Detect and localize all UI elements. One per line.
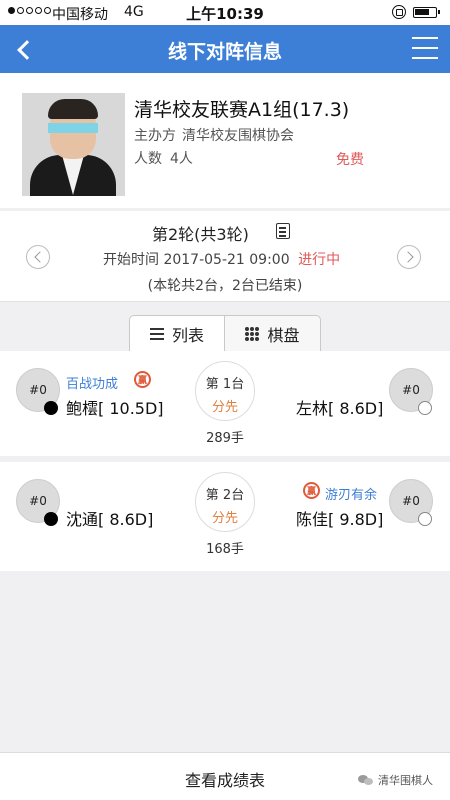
status-time: 上午10:39 — [186, 5, 264, 23]
nav-bar: 线下对阵信息 — [0, 25, 450, 73]
page-title: 线下对阵信息 — [167, 41, 282, 63]
organizer-name: 清华校友围棋协会 — [182, 128, 294, 144]
organizer-label: 主办方 — [134, 128, 176, 144]
headcount-value: 4人 — [170, 151, 193, 167]
player-tag: 百战功成 — [66, 377, 119, 392]
event-card: 清华校友联赛A1组(17.3) 主办方 清华校友围棋协会 人数 4人 免费 — [0, 73, 450, 208]
board-number: 第 2台 — [205, 488, 245, 503]
tab-board-label: 棋盘 — [267, 325, 300, 345]
board-icon — [245, 326, 260, 341]
rotation-lock-icon — [392, 5, 406, 19]
first-move-rule: 分先 — [211, 400, 238, 415]
organizer-avatar — [22, 93, 125, 196]
round-title: 第2轮(共3轮) — [152, 225, 249, 244]
start-time-value: 2017-05-21 09:00 — [163, 252, 290, 268]
black-stone-icon — [44, 401, 58, 415]
player-name-right[interactable]: 陈佳[ 9.8D] — [296, 506, 383, 530]
move-count: 168手 — [206, 542, 244, 557]
round-start: 开始时间 2017-05-21 09:00 进行中 — [103, 249, 340, 269]
menu-button[interactable] — [412, 37, 438, 61]
board-number: 第 1台 — [205, 377, 245, 392]
tab-list[interactable]: 列表 — [129, 315, 225, 352]
player-name-left[interactable]: 沈通[ 8.6D] — [66, 506, 153, 530]
board-number-button[interactable]: 第 2台 分先 — [195, 472, 255, 532]
battery-icon — [413, 7, 440, 18]
document-icon[interactable] — [276, 223, 290, 239]
watermark-text: 清华围棋人 — [378, 774, 433, 787]
first-move-rule: 分先 — [211, 511, 238, 526]
wechat-icon — [358, 774, 374, 786]
win-seal-icon: 赢 — [303, 482, 320, 499]
view-tabs: 列表 棋盘 — [0, 301, 450, 352]
game-row[interactable]: #0 百战功成 赢 鲍橒[ 10.5D] 第 1台 分先 289手 左林[ 8.… — [0, 351, 450, 462]
next-round-button[interactable] — [397, 245, 421, 269]
watermark: 清华围棋人 — [358, 772, 433, 788]
start-time-label: 开始时间 — [103, 252, 159, 268]
black-stone-icon — [44, 512, 58, 526]
round-status: 进行中 — [298, 252, 341, 268]
white-stone-icon — [418, 401, 432, 415]
fee-badge: 免费 — [336, 152, 364, 168]
status-bar: 中国移动 4G 上午10:39 — [0, 0, 450, 25]
organizer-info: 主办方 清华校友围棋协会 — [134, 125, 294, 145]
headcount-label: 人数 — [134, 151, 162, 167]
move-count: 289手 — [206, 431, 244, 446]
board-number-button[interactable]: 第 1台 分先 — [195, 361, 255, 421]
round-summary: (本轮共2台，2台已结束) — [147, 278, 303, 294]
white-stone-icon — [418, 512, 432, 526]
player-name-left[interactable]: 鲍橒[ 10.5D] — [66, 395, 164, 419]
player-tag: 游刃有余 — [325, 488, 378, 503]
player-name-right[interactable]: 左林[ 8.6D] — [296, 395, 383, 419]
event-title: 清华校友联赛A1组(17.3) — [134, 99, 350, 121]
prev-round-button[interactable] — [26, 245, 50, 269]
win-seal-icon: 赢 — [134, 371, 151, 388]
tab-board[interactable]: 棋盘 — [224, 315, 321, 352]
list-icon — [149, 328, 164, 340]
headcount-info: 人数 4人 — [134, 148, 193, 168]
round-card: 第2轮(共3轮) 开始时间 2017-05-21 09:00 进行中 (本轮共2… — [0, 211, 450, 301]
game-list: #0 百战功成 赢 鲍橒[ 10.5D] 第 1台 分先 289手 左林[ 8.… — [0, 351, 450, 571]
tab-list-label: 列表 — [171, 326, 204, 345]
game-row[interactable]: #0 沈通[ 8.6D] 第 2台 分先 168手 赢 游刃有余 陈佳[ 9.8… — [0, 462, 450, 572]
